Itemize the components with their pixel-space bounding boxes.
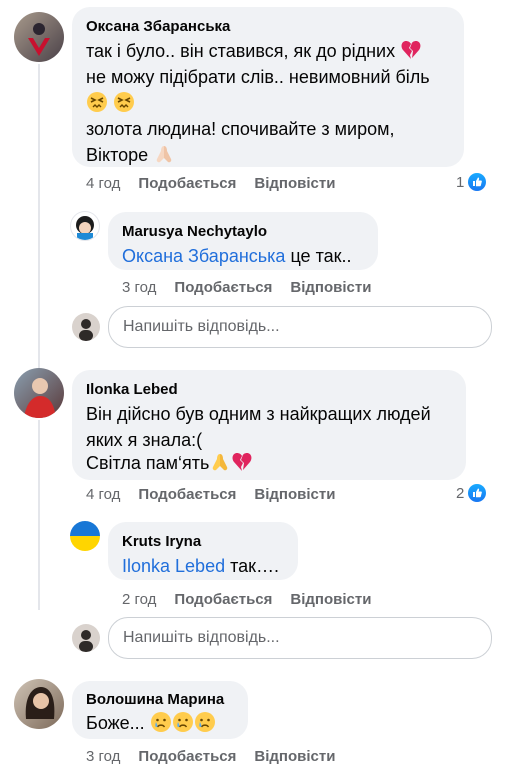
comment-bubble: Оксана Збаранська так і було.. він стави… (72, 7, 464, 167)
like-button[interactable]: Подобається (174, 279, 272, 296)
thread-line (38, 420, 40, 610)
current-user-avatar (72, 313, 100, 341)
reaction-count-number: 2 (456, 484, 465, 502)
mention-link[interactable]: Оксана Збаранська (122, 246, 285, 266)
persevering-face-icon (87, 92, 107, 112)
reaction-count[interactable]: 1 (456, 173, 487, 191)
reply-bubble: Marusya Nechytaylo Оксана Збаранська це … (108, 212, 378, 270)
avatar-image (76, 216, 94, 240)
avatar-image (28, 23, 50, 56)
comment-meta: 3 год Подобається Відповісти (86, 748, 353, 765)
comment-text-line: так і було.. він ставився, як до рідних (86, 38, 422, 64)
avatar[interactable] (70, 211, 100, 241)
ukraine-flag-avatar (70, 521, 100, 551)
reply-button[interactable]: Відповісти (254, 486, 335, 503)
reply-input[interactable]: Напишіть відповідь... (108, 306, 492, 348)
comment-text: Оксана Збаранська це так.. (122, 246, 352, 266)
comment-meta: 2 год Подобається Відповісти (122, 591, 389, 608)
reaction-count[interactable]: 2 (456, 484, 487, 502)
comment-author[interactable]: Волошина Марина (86, 691, 224, 708)
comment-text-line: Світла пам‘ять (86, 450, 253, 476)
comment-text-line: Вікторе (86, 142, 175, 168)
reply-button[interactable]: Відповісти (254, 175, 335, 192)
comment-meta: 3 год Подобається Відповісти (122, 279, 389, 296)
like-button[interactable]: Подобається (174, 591, 272, 608)
comment-author[interactable]: Marusya Nechytaylo (122, 223, 267, 240)
broken-heart-icon (401, 41, 421, 59)
avatar-image (25, 687, 55, 719)
comment-time[interactable]: 3 год (86, 748, 120, 765)
crying-face-icon (172, 712, 193, 732)
comment-meta: 4 год Подобається Відповісти (86, 486, 353, 503)
avatar[interactable] (14, 679, 64, 729)
comment-author[interactable]: Ilonka Lebed (86, 381, 178, 398)
thread-line (38, 64, 40, 374)
comment-bubble: Ilonka Lebed Він дійсно був одним з найк… (72, 370, 466, 480)
thumbs-up-icon (468, 173, 487, 191)
comment-meta: 4 год Подобається Відповісти (86, 175, 353, 192)
reply-button[interactable]: Відповісти (290, 591, 371, 608)
folded-hands-icon (156, 146, 172, 163)
mention-link[interactable]: Ilonka Lebed (122, 556, 225, 576)
comment-text: Ilonka Lebed так…. (122, 556, 280, 576)
comment-time[interactable]: 2 год (122, 591, 156, 608)
comment-text-line: Він дійсно був одним з найкращих людей (86, 404, 431, 424)
persevering-face-icon (114, 92, 135, 112)
avatar[interactable] (14, 368, 64, 418)
comment-bubble: Волошина Марина Боже... (72, 681, 248, 739)
comment-text-line: золота людина! спочивайте з миром, (86, 119, 395, 139)
comment-time[interactable]: 3 год (122, 279, 156, 296)
crying-face-icon (194, 712, 215, 732)
avatar-image (24, 378, 56, 418)
folded-hands-icon (213, 454, 228, 471)
comment-time[interactable]: 4 год (86, 486, 120, 503)
reply-bubble: Kruts Iryna Ilonka Lebed так…. (108, 522, 298, 580)
comment-time[interactable]: 4 год (86, 175, 120, 192)
comment-text-line: не можу підібрати слів.. невимовний біль (86, 67, 430, 87)
avatar[interactable] (70, 521, 100, 551)
like-button[interactable]: Подобається (138, 175, 236, 192)
reply-button[interactable]: Відповісти (290, 279, 371, 296)
reply-button[interactable]: Відповісти (254, 748, 335, 765)
like-button[interactable]: Подобається (138, 486, 236, 503)
reaction-count-number: 1 (456, 173, 465, 191)
comment-text: Боже... (86, 710, 216, 736)
reply-input[interactable]: Напишіть відповідь... (108, 617, 492, 659)
comment-author[interactable]: Оксана Збаранська (86, 18, 230, 35)
thumbs-up-icon (468, 484, 487, 502)
comment-text-line (86, 90, 135, 116)
broken-heart-icon (232, 453, 252, 471)
crying-face-icon (150, 712, 171, 732)
like-button[interactable]: Подобається (138, 748, 236, 765)
current-user-avatar (72, 624, 100, 652)
comment-author[interactable]: Kruts Iryna (122, 533, 201, 550)
avatar[interactable] (14, 12, 64, 62)
